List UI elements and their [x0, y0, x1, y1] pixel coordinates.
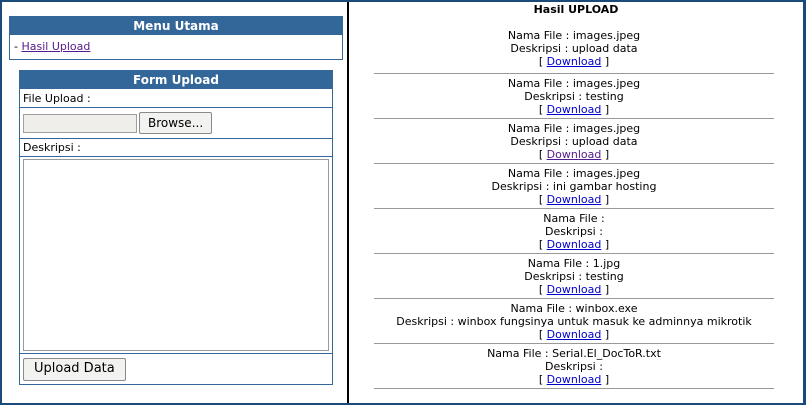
upload-item: Nama File : images.jpeg Deskripsi : ini …: [374, 164, 774, 209]
download-link[interactable]: Download: [547, 238, 602, 251]
download-link[interactable]: Download: [547, 373, 602, 386]
upload-item-description: Deskripsi : testing: [524, 270, 624, 283]
upload-item-filename: Nama File : Serial.El_DocToR.txt: [487, 347, 661, 360]
right-frame: Hasil UPLOAD Nama File : images.jpeg Des…: [349, 2, 803, 403]
file-upload-row: Browse...: [20, 108, 332, 139]
page: Menu Utama - Hasil Upload Form Upload Fi…: [0, 0, 806, 405]
upload-item-download-row: [ Download ]: [538, 283, 610, 296]
description-row: [20, 157, 332, 354]
download-link[interactable]: Download: [547, 148, 602, 161]
left-frame: Menu Utama - Hasil Upload Form Upload Fi…: [2, 2, 348, 403]
form-upload-box: Form Upload File Upload : Browse... Desk…: [19, 70, 333, 385]
upload-item-description: Deskripsi :: [545, 225, 603, 238]
upload-item-download-row: [ Download ]: [538, 328, 610, 341]
file-path-input[interactable]: [23, 113, 137, 133]
upload-item-download-row: [ Download ]: [538, 103, 610, 116]
upload-item-description: Deskripsi : winbox fungsinya untuk masuk…: [396, 315, 752, 328]
upload-item-filename: Nama File : images.jpeg: [507, 122, 641, 135]
download-link[interactable]: Download: [547, 103, 602, 116]
menu-utama-title: Menu Utama: [10, 17, 342, 36]
form-upload-title: Form Upload: [20, 71, 332, 90]
upload-item-download-row: [ Download ]: [538, 193, 610, 206]
upload-item-filename: Nama File : images.jpeg: [507, 29, 641, 42]
download-link[interactable]: Download: [547, 283, 602, 296]
browse-button[interactable]: Browse...: [139, 112, 213, 134]
upload-item: Nama File : images.jpeg Deskripsi : uplo…: [374, 26, 774, 74]
upload-item: Nama File : images.jpeg Deskripsi : test…: [374, 74, 774, 119]
menu-item-row: - Hasil Upload: [10, 36, 342, 58]
upload-item-filename: Nama File : images.jpeg: [507, 167, 641, 180]
description-label: Deskripsi :: [20, 139, 332, 157]
upload-item-download-row: [ Download ]: [538, 373, 610, 386]
upload-item-description: Deskripsi :: [545, 360, 603, 373]
download-link[interactable]: Download: [547, 193, 602, 206]
upload-item: Nama File : winbox.exe Deskripsi : winbo…: [374, 299, 774, 344]
upload-item-download-row: [ Download ]: [538, 238, 610, 251]
upload-item-description: Deskripsi : upload data: [510, 42, 638, 55]
menu-item-bullet: -: [14, 40, 18, 53]
upload-item-filename: Nama File :: [543, 212, 605, 225]
download-link[interactable]: Download: [547, 55, 602, 68]
submit-row: Upload Data: [20, 354, 332, 384]
upload-item: Nama File : Serial.El_DocToR.txt Deskrip…: [374, 344, 774, 389]
upload-results-list: Nama File : images.jpeg Deskripsi : uplo…: [374, 26, 774, 389]
upload-item-description: Deskripsi : ini gambar hosting: [491, 180, 657, 193]
upload-item-filename: Nama File : images.jpeg: [507, 77, 641, 90]
description-textarea[interactable]: [23, 159, 329, 351]
upload-item-download-row: [ Download ]: [538, 148, 610, 161]
upload-item-download-row: [ Download ]: [538, 55, 610, 68]
download-link[interactable]: Download: [547, 328, 602, 341]
upload-item: Nama File : 1.jpg Deskripsi : testing [ …: [374, 254, 774, 299]
upload-item: Nama File : Deskripsi : [ Download ]: [374, 209, 774, 254]
upload-data-button[interactable]: Upload Data: [23, 357, 126, 381]
menu-item-hasil-upload-link[interactable]: Hasil Upload: [21, 40, 90, 53]
upload-item-description: Deskripsi : testing: [524, 90, 624, 103]
upload-item: Nama File : images.jpeg Deskripsi : uplo…: [374, 119, 774, 164]
upload-item-filename: Nama File : 1.jpg: [527, 257, 621, 270]
upload-item-filename: Nama File : winbox.exe: [510, 302, 638, 315]
upload-item-description: Deskripsi : upload data: [510, 135, 638, 148]
results-title: Hasil UPLOAD: [533, 3, 619, 16]
menu-utama-box: Menu Utama - Hasil Upload: [9, 16, 343, 60]
file-upload-label: File Upload :: [20, 90, 332, 108]
